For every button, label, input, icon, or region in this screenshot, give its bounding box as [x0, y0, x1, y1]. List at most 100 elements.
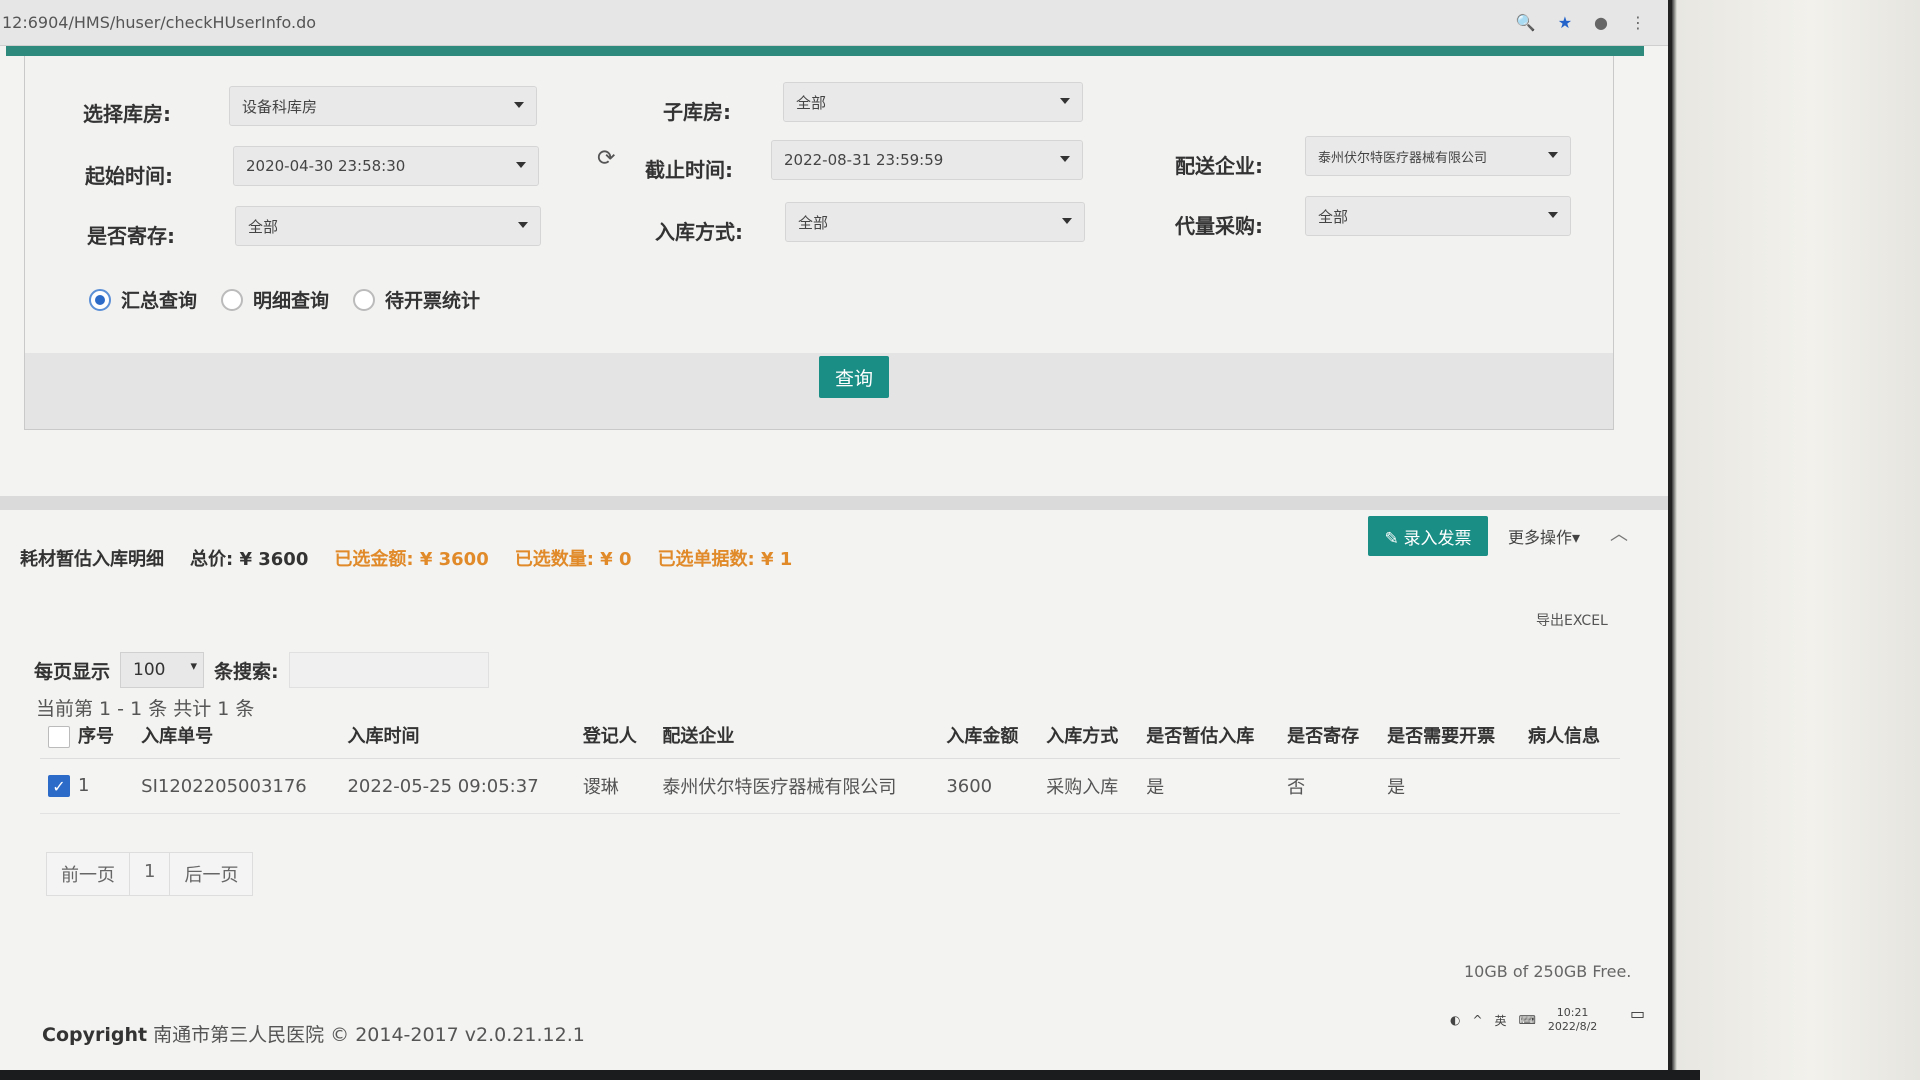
table-row[interactable]: ✓ 1 SI1202205003176 2022-05-25 09:05:37 谡…: [40, 758, 1620, 814]
cell-amount: 3600: [938, 758, 1039, 814]
search-label: 条搜索:: [214, 660, 279, 683]
query-button[interactable]: 查询: [819, 356, 889, 398]
radio-summary-query[interactable]: 汇总查询: [89, 286, 197, 313]
header-supplier[interactable]: 配送企业: [654, 712, 939, 759]
notification-icon[interactable]: ▭: [1630, 1004, 1645, 1023]
chevron-down-icon: [514, 102, 524, 108]
page-number-button[interactable]: 1: [130, 853, 171, 895]
selected-amount: 已选金额: ¥ 3600: [334, 549, 489, 570]
copyright-footer: Copyright 南通市第三人民医院 © 2014-2017 v2.0.21.…: [42, 1020, 585, 1047]
radio-dot[interactable]: [221, 288, 244, 311]
table-header-row: 序号 入库单号 入库时间 登记人 配送企业 入库金额 入库方式 是否暂估入库 是…: [40, 712, 1620, 759]
row-checkbox[interactable]: ✓: [48, 775, 70, 797]
end-time-value: 2022-08-31 23:59:59: [784, 151, 944, 169]
header-doc-no[interactable]: 入库单号: [133, 712, 340, 759]
search-input[interactable]: [288, 652, 489, 688]
selected-docs: 已选单据数: ¥ 1: [657, 549, 793, 570]
sub-warehouse-value: 全部: [796, 93, 827, 112]
inbound-method-select[interactable]: 全部: [785, 202, 1085, 242]
system-tray: ◐ ^ 英 ⌨ 10:21 2022/8/2: [1450, 1000, 1660, 1040]
bookmark-star-icon[interactable]: ★: [1558, 13, 1572, 32]
proxy-purchase-label: 代量采购:: [1175, 214, 1263, 238]
total-price: 总价: ¥ 3600: [190, 549, 309, 570]
chevron-up-icon[interactable]: ^: [1472, 1013, 1482, 1027]
enter-invoice-label: 录入发票: [1403, 528, 1472, 548]
supplier-value: 泰州伏尔特医疗器械有限公司: [1318, 150, 1488, 166]
radio-dot[interactable]: [89, 288, 111, 311]
sub-warehouse-select[interactable]: 全部: [783, 82, 1083, 122]
radio-dot[interactable]: [353, 288, 376, 311]
prev-page-button[interactable]: 前一页: [47, 853, 130, 895]
filter-panel: 选择库房: 设备科库房 子库房: 全部 起始时间: 2020-04-30 23:…: [24, 56, 1614, 430]
header-estimated[interactable]: 是否暂估入库: [1138, 712, 1280, 759]
selected-quantity: 已选数量: ¥ 0: [514, 549, 632, 570]
chevron-down-icon: [1060, 156, 1070, 162]
supplier-select[interactable]: 泰州伏尔特医疗器械有限公司: [1305, 136, 1571, 176]
per-page-select[interactable]: 100: [120, 652, 205, 688]
inbound-method-value: 全部: [798, 213, 829, 232]
header-seq[interactable]: 序号: [40, 712, 134, 759]
query-mode-radios: 汇总查询 明细查询 待开票统计: [89, 286, 480, 313]
profile-icon[interactable]: ●: [1594, 13, 1608, 32]
copyright-text: 南通市第三人民医院 © 2014-2017 v2.0.21.12.1: [153, 1024, 585, 1046]
supplier-label: 配送企业:: [1175, 154, 1263, 178]
proxy-purchase-select[interactable]: 全部: [1305, 196, 1571, 236]
consignment-select[interactable]: 全部: [235, 206, 541, 246]
refresh-icon[interactable]: ⟳: [597, 146, 615, 171]
more-actions-button[interactable]: 更多操作▾: [1508, 524, 1580, 548]
header-needs-invoice[interactable]: 是否需要开票: [1379, 712, 1520, 759]
browser-window: 12:6904/HMS/huser/checkHUserInfo.do 🔍 ★ …: [0, 0, 1672, 1070]
radio-label: 待开票统计: [385, 290, 481, 312]
pagination: 前一页 1 后一页: [46, 852, 254, 896]
chevron-down-icon: [1062, 218, 1072, 224]
next-page-button[interactable]: 后一页: [170, 853, 252, 895]
radio-label: 明细查询: [253, 290, 330, 312]
cell-doc-no: SI1202205003176: [133, 758, 340, 814]
enter-invoice-button[interactable]: ✎ 录入发票: [1368, 516, 1488, 556]
chevron-down-icon: [518, 222, 528, 228]
start-time-value: 2020-04-30 23:58:30: [246, 157, 406, 175]
clock-time: 10:21: [1556, 1006, 1589, 1019]
per-page-value: 100: [133, 660, 166, 680]
edit-icon: ✎: [1384, 528, 1404, 548]
header-registrar[interactable]: 登记人: [574, 712, 655, 759]
keyboard-icon[interactable]: ⌨: [1519, 1013, 1536, 1027]
header-time[interactable]: 入库时间: [339, 712, 575, 759]
chevron-down-icon: [1060, 98, 1070, 104]
header-label: 序号: [78, 726, 114, 747]
inbound-table: 序号 入库单号 入库时间 登记人 配送企业 入库金额 入库方式 是否暂估入库 是…: [40, 712, 1620, 814]
zoom-icon[interactable]: 🔍: [1516, 13, 1536, 32]
input-language[interactable]: 英: [1495, 1012, 1507, 1029]
radio-pending-invoice[interactable]: 待开票统计: [353, 286, 480, 313]
header-strip: [6, 46, 1644, 56]
url-text[interactable]: 12:6904/HMS/huser/checkHUserInfo.do: [2, 13, 1516, 32]
cell-method: 采购入库: [1038, 758, 1139, 814]
clock[interactable]: 10:21 2022/8/2: [1548, 1006, 1597, 1034]
header-patient-info[interactable]: 病人信息: [1519, 712, 1620, 759]
header-amount[interactable]: 入库金额: [938, 712, 1039, 759]
end-time-select[interactable]: 2022-08-31 23:59:59: [771, 140, 1083, 180]
export-excel-button[interactable]: 导出EXCEL: [1536, 610, 1608, 630]
select-all-checkbox[interactable]: [48, 726, 70, 748]
cell-consignment: 否: [1279, 758, 1380, 814]
radio-detail-query[interactable]: 明细查询: [221, 286, 329, 313]
cell-supplier: 泰州伏尔特医疗器械有限公司: [654, 758, 939, 814]
warehouse-select[interactable]: 设备科库房: [229, 86, 537, 126]
network-icon[interactable]: ◐: [1450, 1013, 1460, 1027]
cell-patient-info: [1519, 758, 1620, 814]
cell-needs-invoice: 是: [1379, 758, 1520, 814]
monitor-bezel-bottom: [0, 1070, 1700, 1080]
menu-icon[interactable]: ⋮: [1630, 13, 1646, 32]
start-time-select[interactable]: 2020-04-30 23:58:30: [233, 146, 539, 186]
consignment-value: 全部: [248, 217, 279, 236]
chevron-up-icon[interactable]: ︿: [1610, 520, 1628, 546]
detail-title: 耗材暂估入库明细: [20, 549, 164, 570]
header-method[interactable]: 入库方式: [1038, 712, 1139, 759]
disk-free-status: 10GB of 250GB Free.: [1464, 962, 1632, 981]
chevron-down-icon: [1548, 212, 1558, 218]
page-size-control: 每页显示 100 条搜索:: [34, 652, 489, 688]
address-bar[interactable]: 12:6904/HMS/huser/checkHUserInfo.do 🔍 ★ …: [0, 0, 1668, 46]
consignment-label: 是否寄存:: [87, 224, 175, 248]
header-consignment[interactable]: 是否寄存: [1279, 712, 1380, 759]
cell-seq: ✓ 1: [40, 758, 134, 814]
